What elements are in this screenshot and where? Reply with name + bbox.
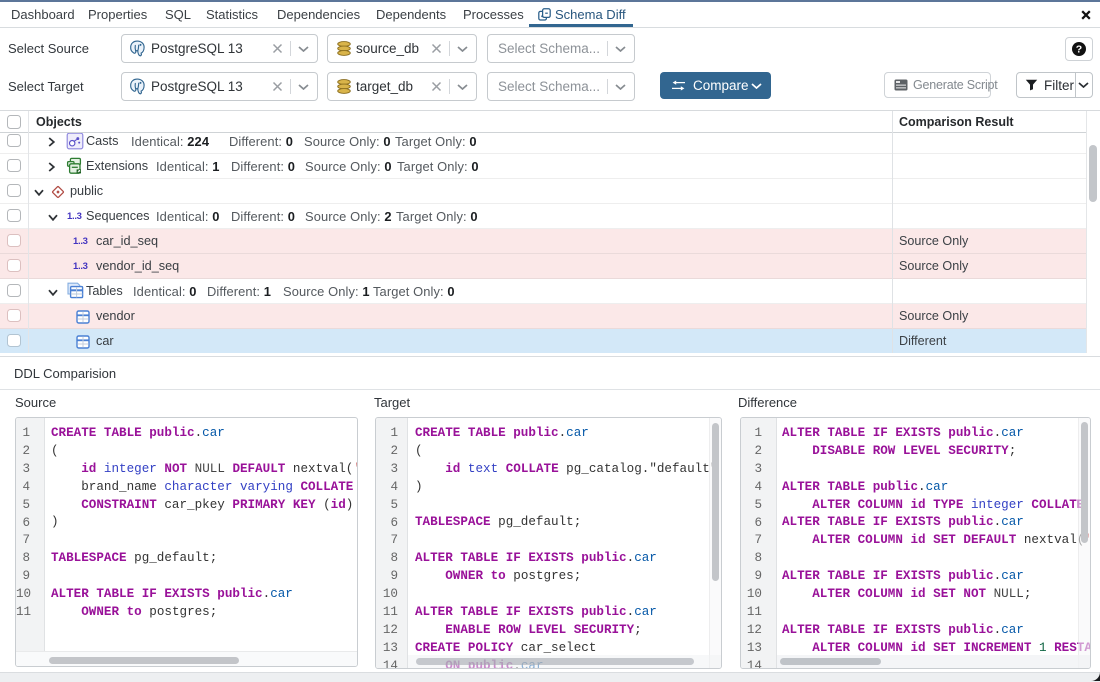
svg-text:?: ?	[1076, 44, 1082, 56]
